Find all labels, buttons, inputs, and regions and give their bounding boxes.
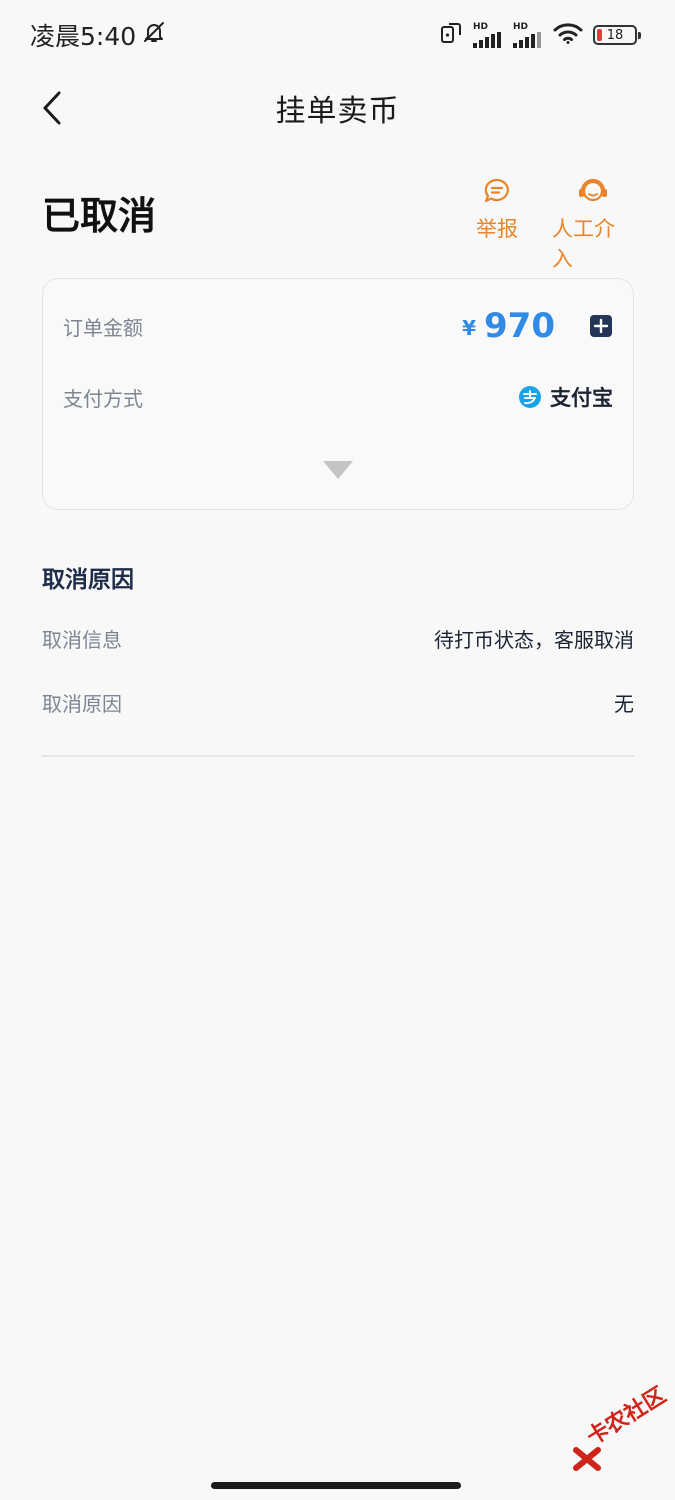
cancel-info-value: 待打币状态，客服取消	[434, 627, 634, 652]
page-title: 挂单卖币	[275, 93, 400, 129]
signal-1: HD	[473, 21, 503, 48]
signal-bars-icon	[473, 31, 501, 48]
human-intervention-label: 人工介入	[552, 217, 615, 271]
order-header: 已取消 举报 人工介入	[42, 175, 634, 271]
chevron-left-icon	[43, 91, 61, 125]
cancel-reason-value: 无	[614, 691, 634, 716]
back-button[interactable]	[30, 86, 74, 130]
order-card: 订单金额 ¥ 970 支付方式 支付宝	[42, 278, 634, 510]
triangle-down-icon	[323, 461, 353, 479]
cancel-reason-label: 取消原因	[42, 691, 122, 716]
payment-row: 支付方式 支付宝	[63, 379, 613, 415]
plus-square-icon	[590, 315, 612, 337]
expand-button[interactable]	[321, 459, 355, 485]
status-left: 凌晨5:40	[30, 17, 166, 53]
cancel-info-row: 取消信息 待打币状态，客服取消	[42, 622, 634, 654]
divider	[42, 755, 634, 757]
chat-bubble-icon	[484, 178, 509, 203]
copy-amount-button[interactable]	[589, 314, 613, 338]
amount-label: 订单金额	[63, 315, 143, 340]
alipay-icon	[519, 386, 541, 408]
amount-row: 订单金额 ¥ 970	[63, 301, 613, 351]
cancel-reason-row: 取消原因 无	[42, 686, 634, 718]
amount-value-group: ¥ 970	[462, 306, 613, 346]
order-status: 已取消	[42, 194, 157, 238]
currency-symbol: ¥	[462, 316, 477, 340]
wifi-icon	[553, 22, 583, 48]
hd-label-2: HD	[513, 21, 529, 32]
report-button[interactable]: 举报	[476, 177, 518, 243]
signal-bars-icon	[513, 31, 541, 48]
screen-rotate-icon	[439, 21, 463, 49]
status-right: HD HD 18	[439, 21, 641, 49]
hd-label-1: HD	[473, 21, 489, 32]
report-label: 举报	[476, 217, 518, 241]
payment-value-group: 支付宝	[518, 382, 613, 412]
screen: 凌晨5:40 HD HD 18 挂单卖币 已取消 举报 人工介入 订单金额 ¥ …	[0, 0, 675, 1500]
status-bar: 凌晨5:40 HD HD 18	[0, 0, 675, 70]
cancel-info-label: 取消信息	[42, 627, 122, 652]
nav-bar: 挂单卖币	[0, 70, 675, 145]
signal-2: HD	[513, 21, 543, 48]
status-time: 凌晨5:40	[30, 22, 137, 51]
order-amount: 970	[484, 306, 555, 346]
cancel-section-title: 取消原因	[42, 567, 134, 593]
bell-off-icon	[142, 20, 166, 50]
battery-level	[597, 29, 602, 41]
battery-percent: 18	[606, 27, 624, 43]
battery-icon: 18	[593, 25, 641, 45]
watermark-logo: 卡农社区	[570, 1383, 671, 1480]
payment-label: 支付方式	[63, 386, 143, 411]
human-intervention-button[interactable]: 人工介入	[552, 177, 634, 273]
watermark-text: 卡农社区	[582, 1382, 671, 1451]
payment-method: 支付宝	[550, 386, 613, 410]
home-indicator[interactable]	[211, 1482, 461, 1489]
customer-service-icon	[579, 178, 607, 202]
